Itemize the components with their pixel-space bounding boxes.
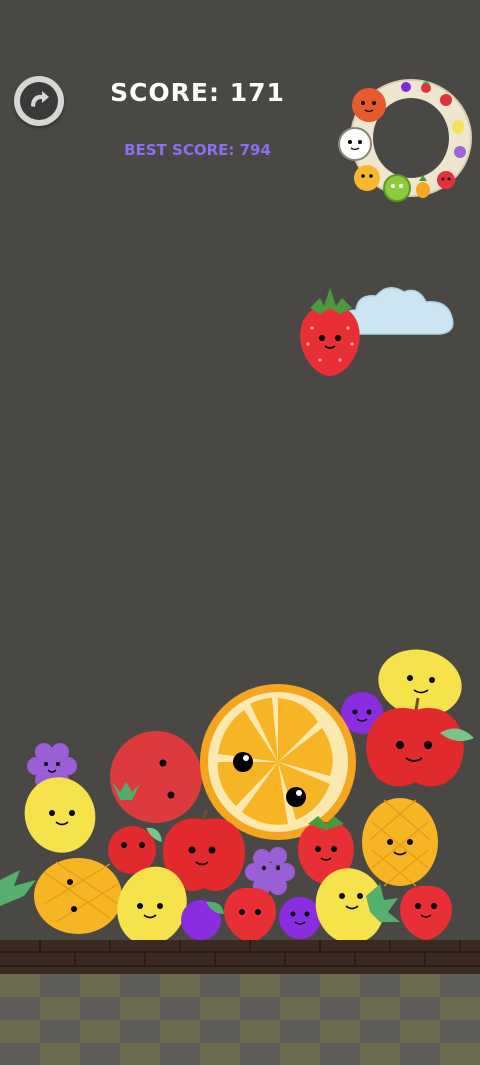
wheel-cherry-icon [401,82,411,92]
wheel-watermelon-icon [352,88,386,122]
fruit-pineapple [362,798,438,887]
wheel-grape-icon [454,146,466,158]
floor [0,940,480,1065]
fruit-grape [245,847,295,895]
wheel-orange-icon [354,165,380,191]
wheel-melon-icon [383,174,411,202]
fruit-pile [0,649,474,945]
wheel-peach-icon [437,171,455,189]
fruit-strawberry [224,887,276,942]
fruit-grape [181,900,224,940]
fruit-lemon [24,777,96,853]
wheel-lemon-icon [452,120,464,134]
dropping-fruit-strawberry[interactable] [294,286,366,380]
wheel-apple-icon [440,94,452,106]
wheel-coconut-icon [338,127,372,161]
fruit-grape [279,897,321,939]
fruit-strawberry [400,885,452,940]
game-stage[interactable]: SCORE: 171 BEST SCORE: 794 [0,0,480,1065]
fruit-evolution-wheel [338,79,472,202]
fruit-apple [110,731,202,823]
fruit-pineapple [0,858,122,934]
fruit-orange [200,684,356,840]
